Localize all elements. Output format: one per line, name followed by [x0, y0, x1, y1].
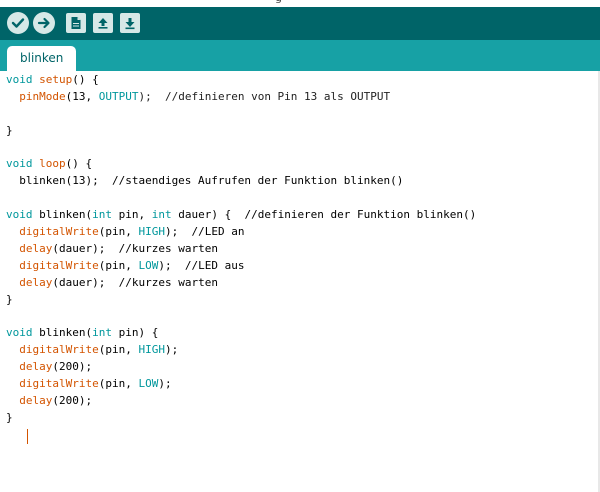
code-token: digitalWrite [19, 258, 99, 272]
text-caret [27, 429, 28, 444]
code-token: ); [164, 343, 179, 357]
new-file-icon [71, 17, 81, 29]
code-token: (pin, [98, 225, 139, 239]
code-line[interactable] [6, 140, 476, 157]
save-button[interactable] [120, 13, 140, 33]
tab-bar: blinken [0, 40, 600, 71]
code-line[interactable]: delay(dauer); //kurzes warten [6, 241, 476, 258]
code-token: blinken( [32, 326, 93, 340]
code-token: blinken(13); //staendiges Aufrufen der F… [6, 174, 404, 188]
code-token: int [92, 326, 112, 340]
arrow-right-icon [37, 17, 50, 29]
code-token: int [92, 208, 112, 222]
code-line[interactable]: digitalWrite(pin, LOW); //LED aus [6, 258, 476, 275]
code-token: ); //LED an [164, 225, 245, 239]
arrow-up-icon [98, 18, 108, 29]
code-token: void [6, 208, 33, 222]
code-token: } [6, 410, 13, 424]
code-token: digitalWrite [19, 343, 99, 357]
code-token: pin) { [111, 326, 159, 340]
code-line[interactable]: } [6, 292, 476, 309]
code-token: blinken( [32, 208, 93, 222]
code-token: pin, [111, 208, 152, 222]
arrow-down-icon [125, 18, 135, 30]
code-line[interactable]: delay(dauer); //kurzes warten [6, 275, 476, 292]
code-token: (pin, [98, 343, 139, 357]
code-token: HIGH [138, 343, 165, 357]
code-token: LOW [138, 258, 159, 272]
code-token: dauer) { //definieren der Funktion blink… [171, 208, 477, 222]
code-line[interactable]: digitalWrite(pin, HIGH); [6, 342, 476, 359]
code-editor[interactable]: void setup() { pinMode(13, OUTPUT); //de… [0, 71, 600, 492]
code-token: } [6, 123, 13, 137]
code-token: () { [65, 157, 93, 171]
code-line[interactable]: blinken(13); //staendiges Aufrufen der F… [6, 173, 476, 190]
code-line[interactable] [6, 190, 476, 207]
code-token: (pin, [98, 258, 139, 272]
code-token: void [6, 326, 33, 340]
tab-blinken[interactable]: blinken [7, 46, 77, 71]
code-token: OUTPUT [98, 89, 139, 103]
code-line[interactable]: digitalWrite(pin, HIGH); //LED an [6, 224, 476, 241]
check-icon [11, 18, 25, 28]
code-token: digitalWrite [19, 377, 99, 391]
code-line[interactable] [6, 308, 476, 325]
code-line[interactable]: delay(200); [6, 359, 476, 376]
code-line[interactable]: void loop() { [6, 156, 476, 173]
code-token: (pin, [98, 377, 139, 391]
code-token: setup [39, 73, 73, 86]
open-button[interactable] [93, 13, 113, 33]
code-token: (200); [52, 393, 93, 407]
code-token: (13, [65, 89, 99, 103]
code-token: } [6, 292, 13, 306]
code-token: ); //LED aus [158, 258, 245, 272]
code-token: void [6, 157, 33, 171]
code-line[interactable] [6, 106, 476, 123]
code-token: void [6, 73, 33, 86]
code-token: (dauer); //kurzes warten [52, 241, 218, 255]
code-token: digitalWrite [19, 225, 99, 239]
code-line[interactable]: } [6, 410, 476, 427]
code-token: LOW [138, 377, 159, 391]
code-token: int [151, 208, 172, 222]
code-token: (dauer); //kurzes warten [52, 275, 218, 289]
code-token: delay [19, 360, 53, 374]
code-line[interactable]: delay(200); [6, 393, 476, 410]
code-line[interactable]: void blinken(int pin, int dauer) { //def… [6, 207, 476, 224]
code-token: delay [19, 393, 53, 407]
code-line[interactable]: void blinken(int pin) { [6, 325, 476, 342]
window-title-strip: g [0, 0, 600, 7]
upload-button[interactable] [33, 12, 55, 34]
code-text[interactable]: void setup() { pinMode(13, OUTPUT); //de… [6, 72, 476, 427]
code-token: ); //definieren von Pin 13 als OUTPUT [138, 89, 391, 103]
code-line[interactable]: } [6, 123, 476, 140]
code-token: () { [72, 73, 99, 86]
code-line[interactable]: digitalWrite(pin, LOW); [6, 376, 476, 393]
code-line[interactable]: pinMode(13, OUTPUT); //definieren von Pi… [6, 89, 476, 106]
code-token: loop [39, 157, 66, 171]
code-token: HIGH [138, 225, 165, 239]
code-token: pinMode [19, 89, 66, 103]
code-line[interactable]: void setup() { [6, 72, 476, 89]
toolbar [0, 7, 600, 40]
code-token: delay [19, 275, 53, 289]
code-token: ); [158, 377, 172, 391]
code-token: delay [19, 241, 53, 255]
code-token: (200); [52, 360, 93, 374]
new-sketch-button[interactable] [66, 13, 86, 33]
window-title-fragment: g [275, 0, 282, 4]
verify-button[interactable] [7, 12, 29, 34]
